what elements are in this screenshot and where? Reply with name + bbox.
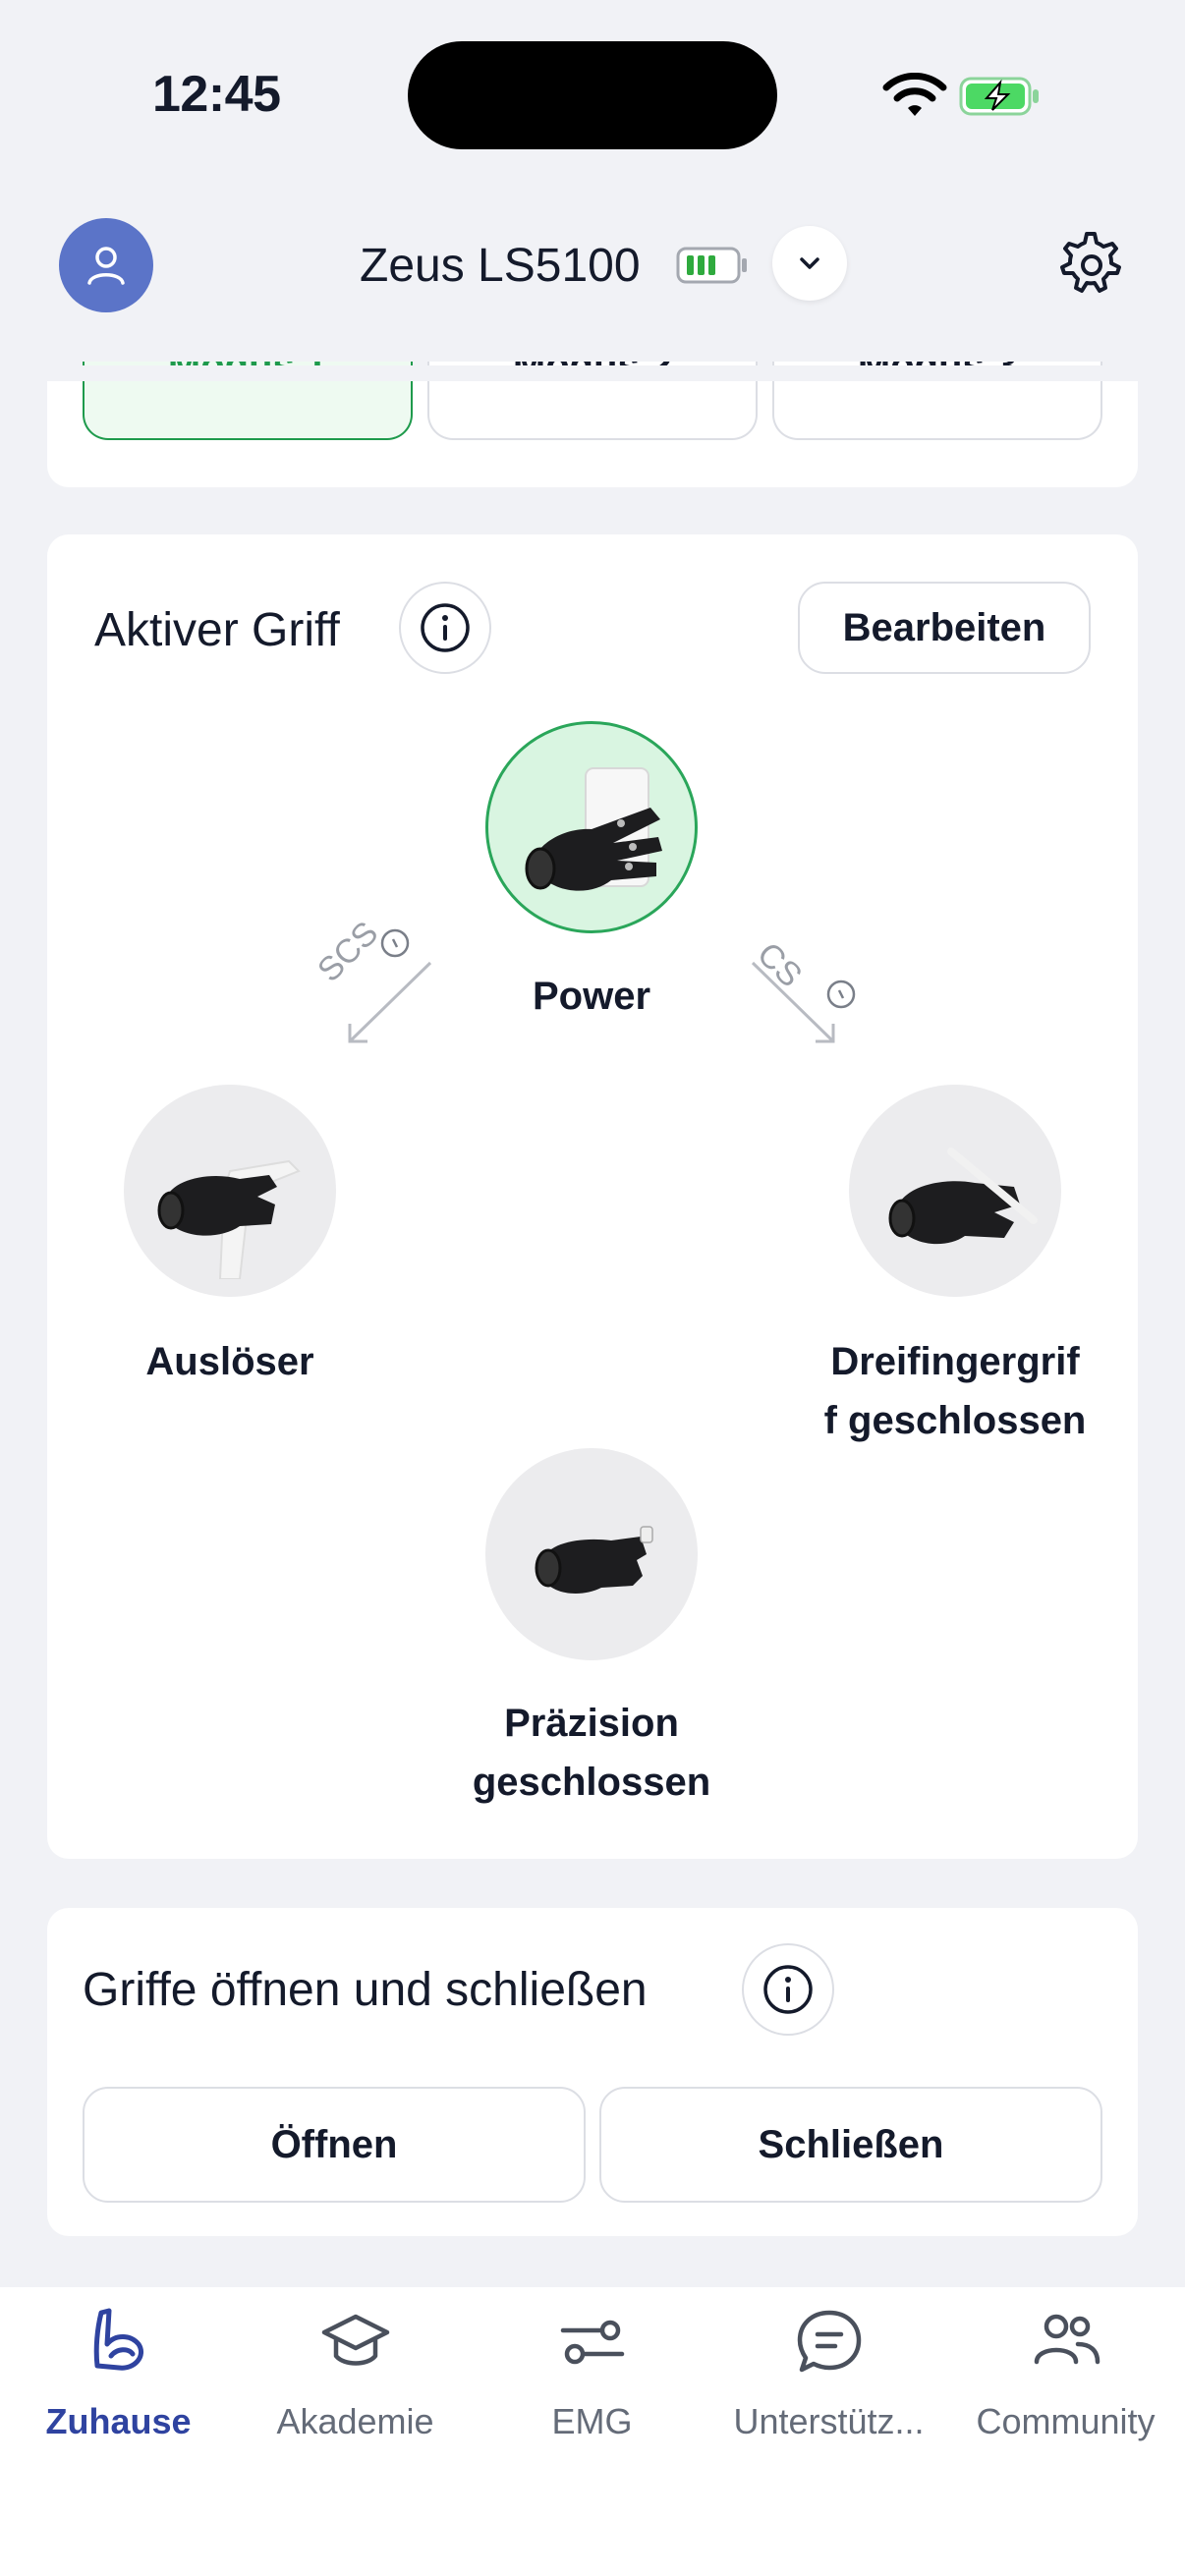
nav-label-support: Unterstütz... (733, 2401, 925, 2441)
chat-bubble-icon (797, 2310, 861, 2373)
open-close-info-button[interactable] (742, 1943, 834, 2036)
battery-charging-icon (959, 77, 1039, 116)
nav-item-home[interactable]: Zuhause (0, 2305, 237, 2442)
open-close-title: Griffe öffnen und schließen (83, 1964, 648, 2016)
nav-label-home: Zuhause (45, 2401, 192, 2441)
grip-precision-closed-label-line1: Präzision (504, 1702, 679, 1745)
nav-label-community: Community (976, 2401, 1156, 2441)
nav-item-support[interactable]: Unterstütz... (710, 2305, 947, 2442)
gear-icon[interactable] (1051, 228, 1126, 303)
nav-label-academy: Akademie (276, 2401, 434, 2441)
hand-trigger-grip-image (157, 1159, 301, 1279)
user-icon (87, 247, 125, 285)
grip-precision-closed-button[interactable] (485, 1448, 698, 1660)
nav-item-emg[interactable]: EMG (474, 2305, 710, 2442)
active-grip-title: Aktiver Griff (94, 604, 340, 656)
hand-cup-grip-image (525, 767, 662, 891)
grip-precision-closed-label: Präzision geschlossen (413, 1694, 770, 1812)
grip-precision-closed-label-line2: geschlossen (472, 1761, 711, 1804)
mode-selector-card: Modus 1 Modus 2 Modus 3 (47, 362, 1138, 487)
camera-notch (408, 41, 777, 149)
close-grip-button[interactable]: Schließen (599, 2087, 1102, 2203)
sliders-icon (560, 2320, 624, 2365)
nav-item-community[interactable]: Community (947, 2305, 1184, 2442)
nav-item-academy[interactable]: Akademie (237, 2305, 474, 2442)
grip-tripod-closed-label-line1: Dreifingergrif (830, 1340, 1080, 1383)
graduation-cap-icon (321, 2314, 389, 2366)
hand-tripod-grip-image (888, 1148, 1038, 1245)
profile-avatar-button[interactable] (59, 218, 153, 312)
nav-label-emg: EMG (551, 2401, 633, 2441)
device-name: Zeus LS5100 (360, 240, 641, 292)
status-time: 12:45 (152, 66, 281, 123)
grip-tripod-closed-label-line2: f geschlossen (823, 1399, 1087, 1442)
grip-tripod-closed-label: Dreifingergrif f geschlossen (792, 1332, 1118, 1450)
info-icon (421, 603, 470, 652)
active-grip-info-button[interactable] (399, 582, 491, 674)
device-dropdown-button[interactable] (772, 226, 847, 301)
people-icon (1034, 2314, 1100, 2365)
scroll-clip-edge (0, 365, 1185, 381)
grip-power-button[interactable] (485, 721, 698, 933)
info-icon (763, 1965, 813, 2014)
home-arm-icon (93, 2308, 143, 2371)
grip-power-label: Power (532, 975, 651, 1018)
edit-grip-button[interactable]: Bearbeiten (798, 582, 1091, 674)
wifi-icon (882, 73, 947, 116)
grip-tripod-closed-button[interactable] (849, 1085, 1061, 1297)
grip-trigger-button[interactable] (124, 1085, 336, 1297)
device-battery-icon (676, 247, 747, 284)
chevron-down-icon (800, 257, 819, 269)
hand-precision-grip-image (535, 1526, 653, 1594)
grip-trigger-label: Auslöser (145, 1340, 314, 1383)
open-grip-button[interactable]: Öffnen (83, 2087, 586, 2203)
